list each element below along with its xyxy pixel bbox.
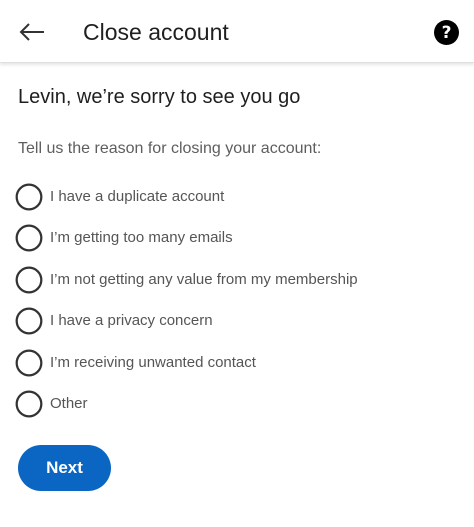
page-title: Close account <box>83 19 229 45</box>
radio-button[interactable] <box>15 224 43 252</box>
question-circle-icon: ? <box>441 22 452 43</box>
back-button[interactable] <box>12 14 52 50</box>
reason-option-too-many-emails[interactable]: I’m getting too many emails <box>15 218 456 260</box>
reason-option-duplicate-account[interactable]: I have a duplicate account <box>15 176 456 218</box>
reason-option-other[interactable]: Other <box>15 384 456 426</box>
radio-button[interactable] <box>15 390 43 418</box>
reason-option-label: Other <box>50 395 88 413</box>
reason-option-privacy-concern[interactable]: I have a privacy concern <box>15 301 456 343</box>
reason-option-label: I’m not getting any value from my member… <box>50 270 358 288</box>
reason-option-label: I’m receiving unwanted contact <box>50 353 256 371</box>
farewell-heading: Levin, we’re sorry to see you go <box>18 86 301 108</box>
arrow-left-icon <box>19 23 44 41</box>
radio-button[interactable] <box>15 307 43 335</box>
reason-option-no-value[interactable]: I’m not getting any value from my member… <box>15 259 456 301</box>
radio-button[interactable] <box>15 349 43 377</box>
reason-option-unwanted-contact[interactable]: I’m receiving unwanted contact <box>15 342 456 384</box>
help-button[interactable]: ? <box>434 20 459 45</box>
reason-option-label: I have a privacy concern <box>50 312 213 330</box>
reason-option-label: I have a duplicate account <box>50 187 225 205</box>
next-button[interactable]: Next <box>18 445 111 491</box>
reason-radio-group: I have a duplicate account I’m getting t… <box>15 176 456 426</box>
reason-prompt: Tell us the reason for closing your acco… <box>18 140 322 157</box>
radio-button[interactable] <box>15 183 43 211</box>
top-app-bar: Close account ? <box>0 0 474 63</box>
close-account-page: Close account ? Levin, we’re sorry to se… <box>0 0 474 527</box>
radio-button[interactable] <box>15 266 43 294</box>
reason-option-label: I’m getting too many emails <box>50 229 233 247</box>
